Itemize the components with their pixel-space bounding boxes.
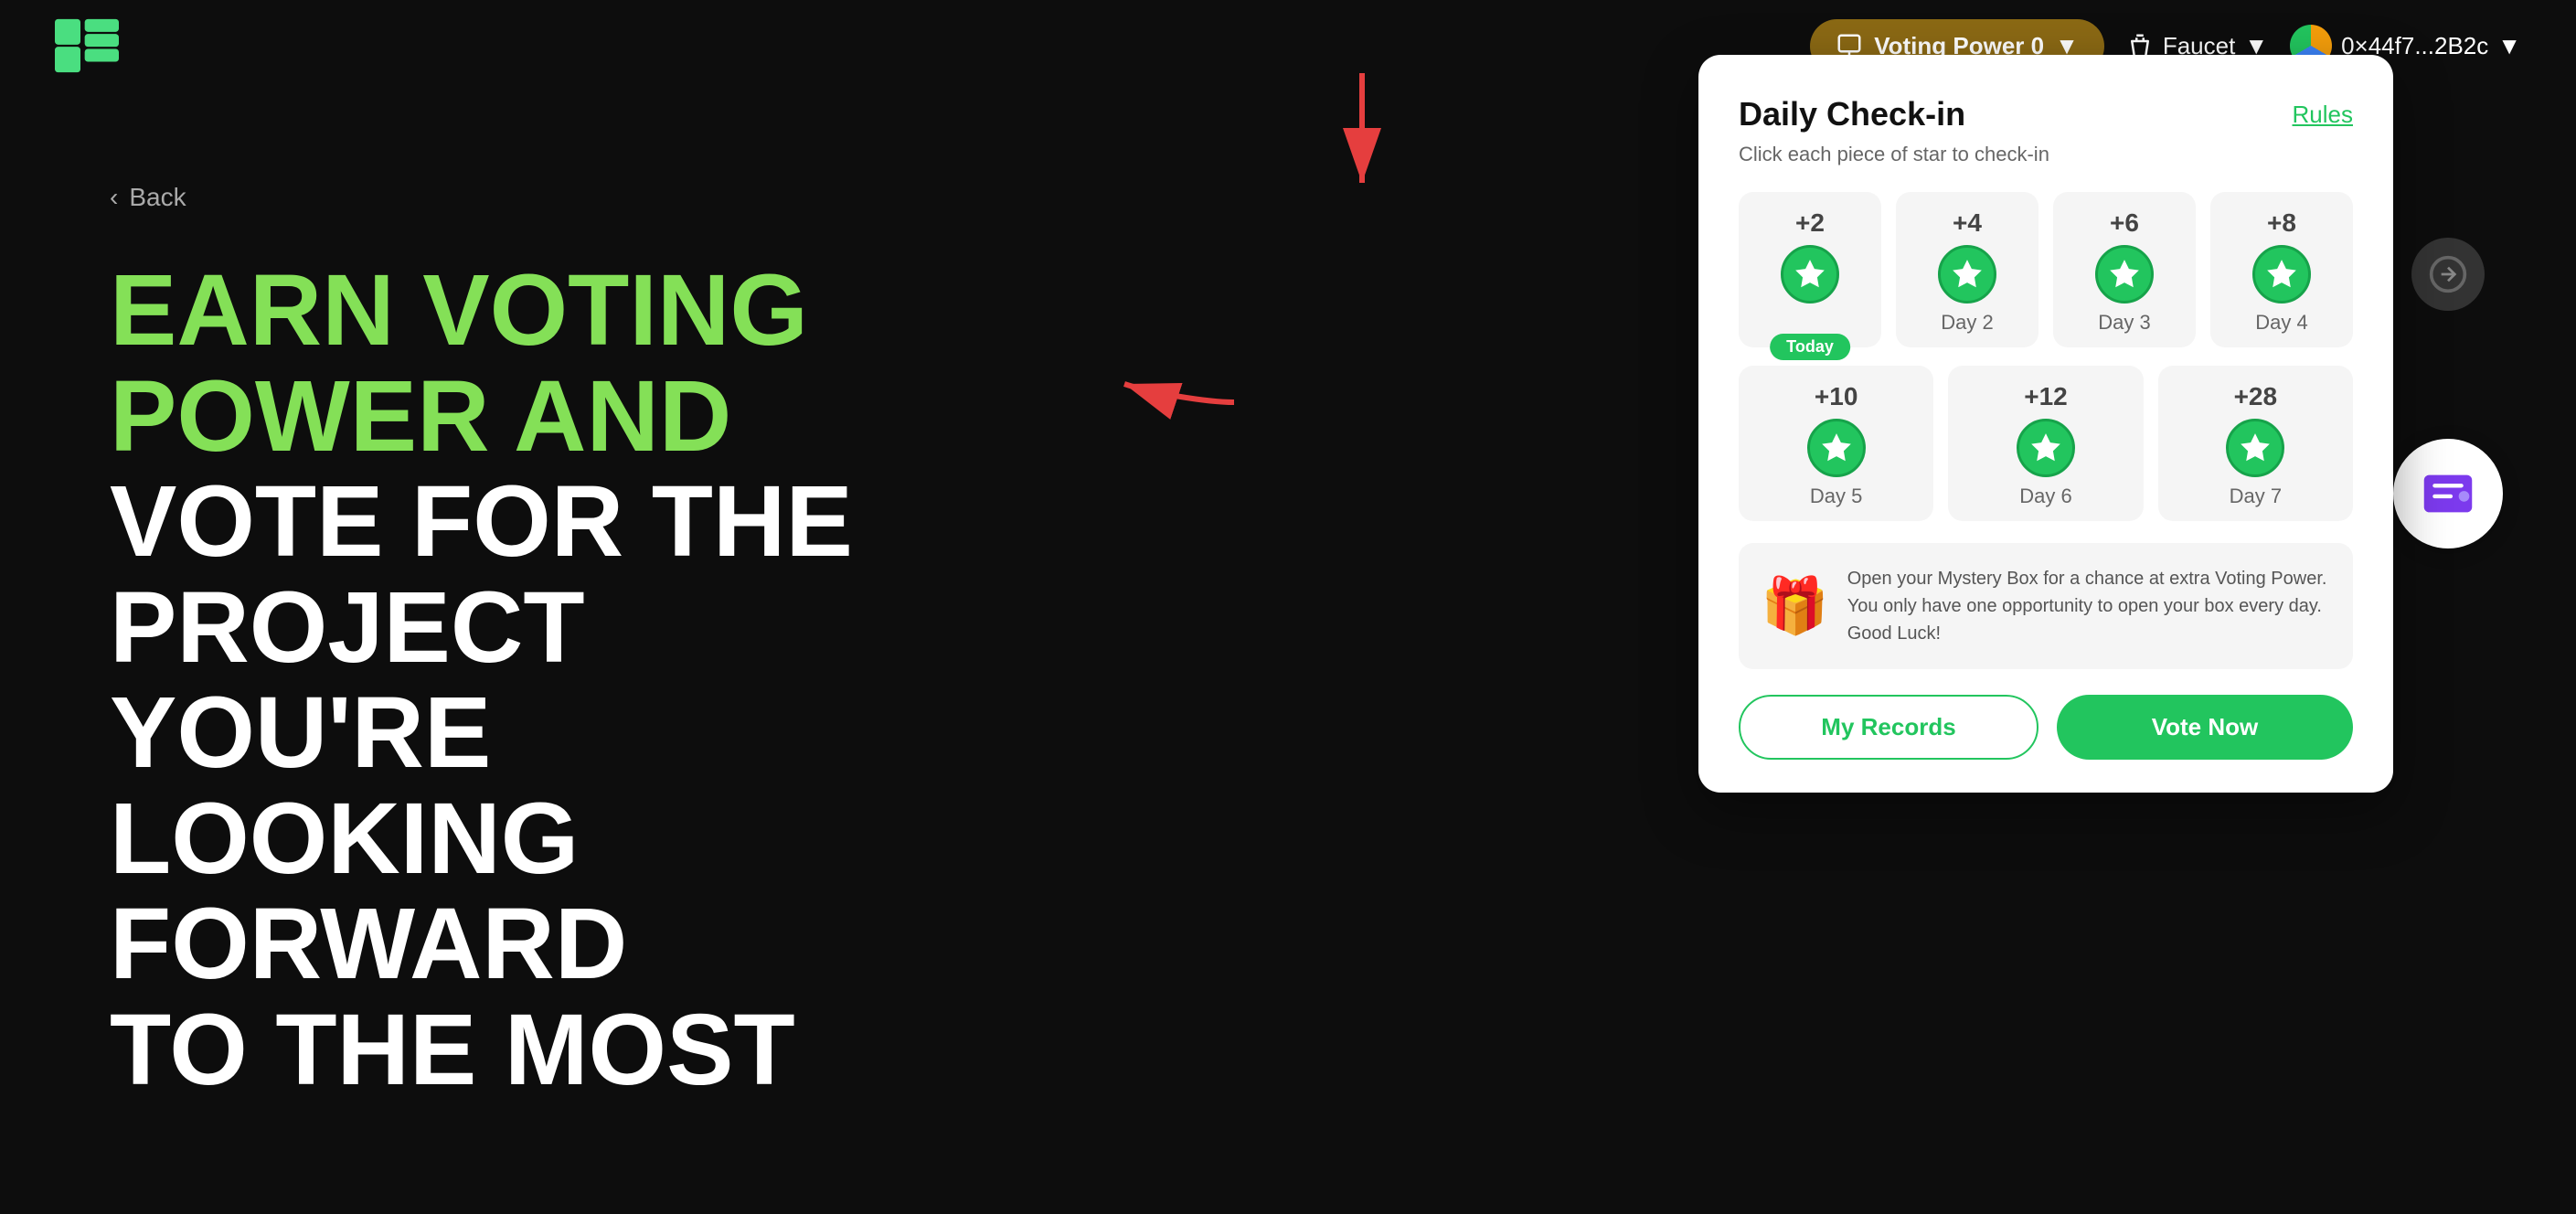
day-card-3[interactable]: +6 Day 3 (2053, 192, 2196, 347)
day-4-label: Day 4 (2255, 311, 2307, 335)
back-label: Back (129, 183, 186, 212)
hero-line-5: LOOKING FORWARD (110, 786, 932, 997)
star-svg-5 (1819, 431, 1854, 465)
float-element-1 (2411, 238, 2485, 311)
day-3-points: +6 (2110, 208, 2139, 238)
day-5-star (1807, 419, 1866, 477)
day-7-star (2226, 419, 2284, 477)
day-7-label: Day 7 (2230, 485, 2282, 508)
mystery-box-text: Open your Mystery Box for a chance at ex… (1847, 565, 2331, 647)
day-card-1[interactable]: +2 Today (1739, 192, 1881, 347)
hero-line-2: POWER AND (110, 364, 932, 470)
day-3-label: Day 3 (2098, 311, 2150, 335)
day-3-star (2095, 245, 2154, 304)
day-7-points: +28 (2234, 382, 2278, 411)
checkin-subtitle: Click each piece of star to check-in (1739, 143, 2353, 166)
logo (55, 18, 119, 73)
day-card-4[interactable]: +8 Day 4 (2210, 192, 2353, 347)
my-records-button[interactable]: My Records (1739, 695, 2038, 760)
days-grid-row2: +10 Day 5 +12 Day 6 +28 (1739, 366, 2353, 521)
day-2-star (1938, 245, 1996, 304)
rules-link[interactable]: Rules (2293, 101, 2353, 129)
day-1-star (1781, 245, 1839, 304)
star-svg-3 (2107, 257, 2142, 292)
gift-icon: 🎁 (1761, 579, 1829, 634)
hero-line-3: VOTE FOR THE (110, 469, 932, 575)
day-card-6[interactable]: +12 Day 6 (1948, 366, 2143, 521)
wallet-chevron-icon: ▼ (2497, 32, 2521, 60)
vote-now-button[interactable]: Vote Now (2057, 695, 2353, 760)
logo-icon (55, 18, 119, 73)
day-2-label: Day 2 (1941, 311, 1993, 335)
day-6-star (2017, 419, 2075, 477)
days-grid-row1: +2 Today +4 Day 2 +6 (1739, 192, 2353, 347)
day-5-label: Day 5 (1810, 485, 1862, 508)
today-badge: Today (1770, 334, 1850, 360)
day-1-points: +2 (1795, 208, 1825, 238)
day-card-7[interactable]: +28 Day 7 (2158, 366, 2353, 521)
day-6-points: +12 (2024, 382, 2068, 411)
float-element-2 (2393, 439, 2503, 548)
hero-line-4: PROJECT YOU'RE (110, 575, 932, 786)
checkin-header: Daily Check-in Rules (1739, 95, 2353, 133)
day-card-2[interactable]: +4 Day 2 (1896, 192, 2038, 347)
mystery-box[interactable]: 🎁 Open your Mystery Box for a chance at … (1739, 543, 2353, 669)
hero-line-1: EARN VOTING (110, 258, 932, 364)
back-arrow-icon: ‹ (110, 183, 118, 212)
day-card-5[interactable]: +10 Day 5 (1739, 366, 1933, 521)
star-svg-1 (1793, 257, 1827, 292)
day-2-points: +4 (1953, 208, 1982, 238)
day-4-star (2252, 245, 2311, 304)
day-6-label: Day 6 (2019, 485, 2071, 508)
hero-heading: EARN VOTING POWER AND VOTE FOR THE PROJE… (110, 258, 932, 1102)
hero-line-6: TO THE MOST (110, 997, 932, 1103)
star-svg-2 (1950, 257, 1985, 292)
day-4-points: +8 (2267, 208, 2296, 238)
card-buttons: My Records Vote Now (1739, 695, 2353, 760)
star-svg-7 (2238, 431, 2273, 465)
star-svg-6 (2028, 431, 2063, 465)
checkin-card: Daily Check-in Rules Click each piece of… (1698, 55, 2393, 793)
day-5-points: +10 (1815, 382, 1858, 411)
star-svg-4 (2264, 257, 2299, 292)
checkin-title: Daily Check-in (1739, 95, 1965, 133)
